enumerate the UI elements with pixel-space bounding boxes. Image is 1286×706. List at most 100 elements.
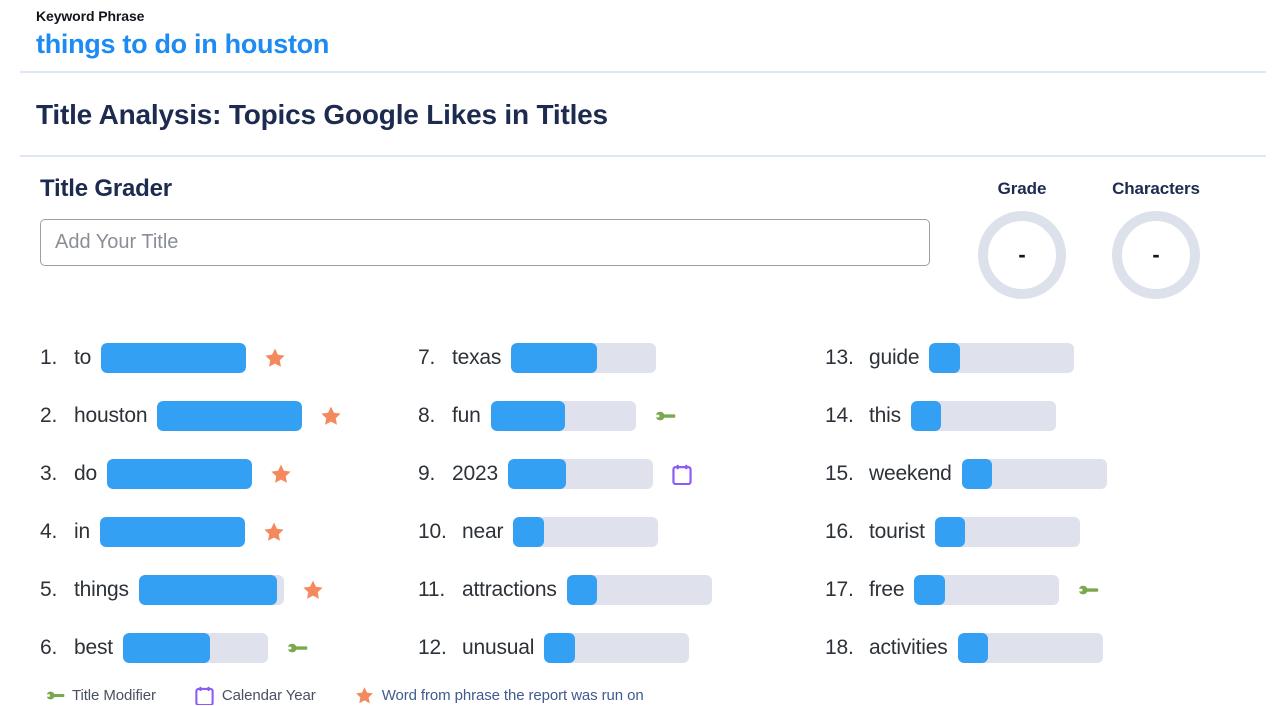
gauge-grade: Grade - — [978, 179, 1066, 299]
page-title: Title Analysis: Topics Google Likes in T… — [36, 99, 608, 130]
wrench-icon — [644, 410, 686, 422]
word-label: attractions — [462, 578, 557, 601]
word-frequency-bar-fill — [910, 401, 942, 431]
word-rank: 8. — [418, 404, 436, 427]
word-frequency-bar — [957, 633, 1103, 663]
word-row: 1. to — [40, 329, 410, 387]
word-frequency-bar-fill — [914, 575, 945, 605]
word-label: unusual — [462, 636, 535, 659]
word-frequency-bar-fill — [122, 633, 210, 663]
gauge-characters-label: Characters — [1112, 179, 1200, 198]
word-rank: 13. — [825, 346, 854, 369]
word-frequency-bar-fill — [99, 517, 245, 547]
word-row: 8. fun — [418, 387, 815, 445]
word-row: 3. do — [40, 445, 410, 503]
word-rank: 9. — [418, 462, 436, 485]
word-rank: 12. — [418, 636, 447, 659]
word-frequency-bar — [934, 517, 1080, 547]
word-rank: 4. — [40, 520, 58, 543]
word-frequency-bar — [511, 343, 657, 373]
word-frequency-bar — [138, 575, 284, 605]
keyword-phrase-value: things to do in houston — [36, 29, 330, 59]
word-columns: 1. to 2. houston 3. do 4. in 5. things 6. best 7. te… — [0, 299, 1286, 677]
word-frequency-bar — [106, 459, 252, 489]
title-grader-heading: Title Grader — [40, 175, 172, 202]
word-frequency-bar — [101, 343, 247, 373]
word-frequency-bar-fill — [513, 517, 544, 547]
calendar-icon — [188, 686, 222, 706]
word-row: 4. in — [40, 503, 410, 561]
word-frequency-bar — [99, 517, 245, 547]
gauges-group: Grade - Characters - — [978, 175, 1200, 299]
title-grader-left: Title Grader — [0, 175, 930, 266]
word-label: weekend — [869, 462, 952, 485]
word-label: texas — [452, 346, 502, 369]
legend-item: Word from phrase the report was run on — [348, 685, 644, 706]
star-icon — [310, 404, 352, 428]
word-frequency-bar-fill — [101, 343, 247, 373]
word-row: 11. attractions — [418, 561, 815, 619]
word-column-2: 7. texas 8. fun 9. 2023 10. near 11. attractions 1… — [410, 329, 815, 677]
legend-item: Calendar Year — [188, 686, 316, 706]
wrench-icon — [1067, 584, 1109, 596]
star-icon — [260, 462, 302, 486]
word-row: 5. things — [40, 561, 410, 619]
word-row: 17. free — [825, 561, 1235, 619]
star-icon — [254, 346, 296, 370]
word-column-3: 13. guide 14. this 15. weekend 16. tourist 17. fr… — [815, 329, 1235, 677]
wrench-icon — [38, 690, 72, 701]
word-frequency-bar — [122, 633, 268, 663]
gauge-grade-ring: - — [978, 211, 1066, 299]
title-input[interactable] — [40, 219, 930, 266]
word-frequency-bar — [513, 517, 659, 547]
star-icon — [253, 520, 295, 544]
word-label: fun — [452, 404, 481, 427]
word-label: 2023 — [452, 462, 498, 485]
word-frequency-bar — [914, 575, 1060, 605]
gauge-grade-value: - — [1018, 242, 1026, 267]
word-rank: 3. — [40, 462, 58, 485]
word-rank: 7. — [418, 346, 436, 369]
word-frequency-bar-fill — [507, 459, 566, 489]
word-row: 10. near — [418, 503, 815, 561]
word-frequency-bar-fill — [957, 633, 988, 663]
word-label: best — [74, 636, 113, 659]
word-frequency-bar — [566, 575, 712, 605]
word-label: free — [869, 578, 905, 601]
word-frequency-bar — [961, 459, 1107, 489]
word-row: 2. houston — [40, 387, 410, 445]
word-row: 13. guide — [825, 329, 1235, 387]
wrench-icon — [276, 642, 318, 654]
calendar-icon — [661, 464, 703, 485]
word-frequency-bar-fill — [929, 343, 960, 373]
word-label: guide — [869, 346, 920, 369]
star-icon — [292, 578, 334, 602]
legend-item: Title Modifier — [38, 687, 156, 704]
keyword-header: Keyword Phrase things to do in houston — [0, 0, 1286, 71]
word-rank: 2. — [40, 404, 58, 427]
word-frequency-bar-fill — [544, 633, 575, 663]
word-row: 7. texas — [418, 329, 815, 387]
word-row: 12. unusual — [418, 619, 815, 677]
legend-label: Calendar Year — [221, 687, 316, 704]
word-label: in — [74, 520, 90, 543]
word-label: houston — [74, 404, 148, 427]
word-frequency-bar — [929, 343, 1075, 373]
word-row: 9. 2023 — [418, 445, 815, 503]
word-rank: 17. — [825, 578, 854, 601]
word-frequency-bar-fill — [566, 575, 598, 605]
word-label: tourist — [869, 520, 925, 543]
word-frequency-bar-fill — [511, 343, 597, 373]
gauge-characters-value: - — [1152, 242, 1160, 267]
word-frequency-bar — [490, 401, 636, 431]
word-label: near — [462, 520, 504, 543]
word-label: to — [74, 346, 92, 369]
word-frequency-bar-fill — [106, 459, 252, 489]
star-icon — [348, 685, 382, 706]
word-row: 14. this — [825, 387, 1235, 445]
word-rank: 1. — [40, 346, 58, 369]
word-rank: 18. — [825, 636, 854, 659]
word-rank: 11. — [418, 578, 446, 601]
word-label: do — [74, 462, 97, 485]
word-rank: 6. — [40, 636, 58, 659]
